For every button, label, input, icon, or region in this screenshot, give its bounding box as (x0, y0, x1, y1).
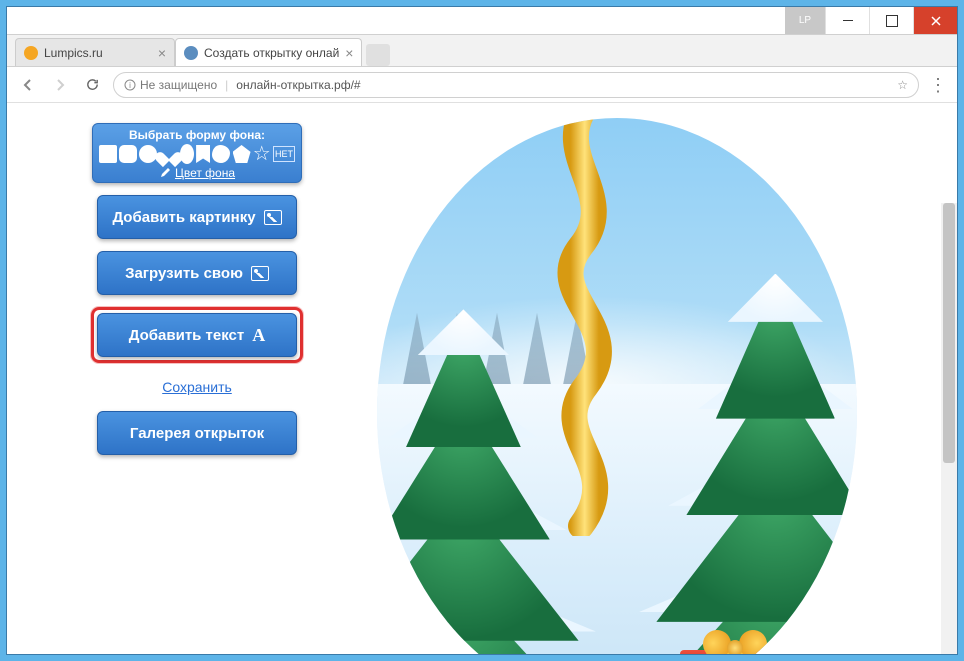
gallery-label: Галерея открыток (130, 425, 264, 442)
browser-tab[interactable]: Lumpics.ru × (15, 38, 175, 66)
add-image-button[interactable]: Добавить картинку (97, 195, 297, 239)
favicon-icon (24, 46, 38, 60)
shape-panel: Выбрать форму фона: ☆ НЕТ Цвет фона (92, 123, 302, 183)
info-icon: i (124, 79, 136, 91)
shape-panel-title: Выбрать форму фона: (99, 128, 295, 142)
address-bar[interactable]: i Не защищено | онлайн-открытка.рф/# ☆ (113, 72, 919, 98)
security-chip[interactable]: i Не защищено (124, 78, 217, 92)
window-close-button[interactable] (913, 7, 957, 34)
sidebar: Выбрать форму фона: ☆ НЕТ Цвет фона (87, 123, 307, 455)
eyedropper-icon (159, 167, 171, 179)
window-maximize-button[interactable] (869, 7, 913, 34)
upload-own-button[interactable]: Загрузить свою (97, 251, 297, 295)
text-a-icon: A (252, 325, 265, 346)
favicon-icon (184, 46, 198, 60)
shape-rounded-square[interactable] (119, 145, 137, 163)
page-content: ? Выбрать форму фона: ☆ НЕТ (7, 103, 957, 654)
shape-star[interactable]: ☆ (253, 145, 271, 163)
tab-title: Создать открытку онлай (204, 46, 339, 60)
titlebar: LP (7, 7, 957, 35)
url-text: онлайн-открытка.рф/# (236, 78, 360, 92)
gallery-button[interactable]: Галерея открыток (97, 411, 297, 455)
nav-forward-button[interactable] (49, 74, 71, 96)
upload-own-label: Загрузить свою (125, 265, 243, 282)
new-tab-button[interactable] (366, 44, 390, 66)
add-image-label: Добавить картинку (112, 209, 255, 226)
svg-text:i: i (129, 81, 131, 90)
address-row: i Не защищено | онлайн-открытка.рф/# ☆ ⋮ (7, 67, 957, 103)
tab-close-icon[interactable]: × (158, 45, 166, 61)
background-color-button[interactable]: Цвет фона (99, 166, 295, 180)
add-text-label: Добавить текст (129, 327, 245, 344)
tab-close-icon[interactable]: × (345, 45, 353, 61)
nav-back-button[interactable] (17, 74, 39, 96)
vertical-scrollbar[interactable] (941, 203, 957, 654)
shape-pentagon[interactable] (233, 145, 251, 163)
picture-icon (251, 266, 269, 281)
save-link[interactable]: Сохранить (162, 379, 232, 395)
shape-heart[interactable] (160, 146, 178, 162)
help-button[interactable]: ? (804, 123, 832, 151)
nav-reload-button[interactable] (81, 74, 103, 96)
tab-strip: Lumpics.ru × Создать открытку онлай × (7, 35, 957, 67)
gold-ribbon (531, 118, 641, 536)
postcard-canvas (377, 118, 857, 654)
canvas-area[interactable] (377, 118, 857, 654)
shape-bookmark[interactable] (196, 145, 210, 163)
highlight-frame: Добавить текст A (91, 307, 303, 363)
gift-box (680, 630, 790, 654)
fir-tree-right (627, 283, 857, 654)
shape-none[interactable]: НЕТ (273, 146, 295, 162)
window-minimize-button[interactable] (825, 7, 869, 34)
background-color-label: Цвет фона (175, 166, 235, 180)
user-badge[interactable]: LP (785, 7, 825, 34)
security-label: Не защищено (140, 78, 217, 92)
shape-row: ☆ НЕТ (99, 142, 295, 166)
scrollbar-thumb[interactable] (943, 203, 955, 463)
shape-square[interactable] (99, 145, 117, 163)
browser-tab[interactable]: Создать открытку онлай × (175, 38, 362, 66)
add-text-button[interactable]: Добавить текст A (97, 313, 297, 357)
browser-window: LP Lumpics.ru × Создать открытку онлай × (6, 6, 958, 655)
picture-icon (264, 210, 282, 225)
browser-menu-button[interactable]: ⋮ (929, 76, 947, 94)
bookmark-star-icon[interactable]: ☆ (897, 78, 908, 92)
tab-title: Lumpics.ru (44, 46, 103, 60)
shape-blob[interactable] (212, 145, 230, 163)
